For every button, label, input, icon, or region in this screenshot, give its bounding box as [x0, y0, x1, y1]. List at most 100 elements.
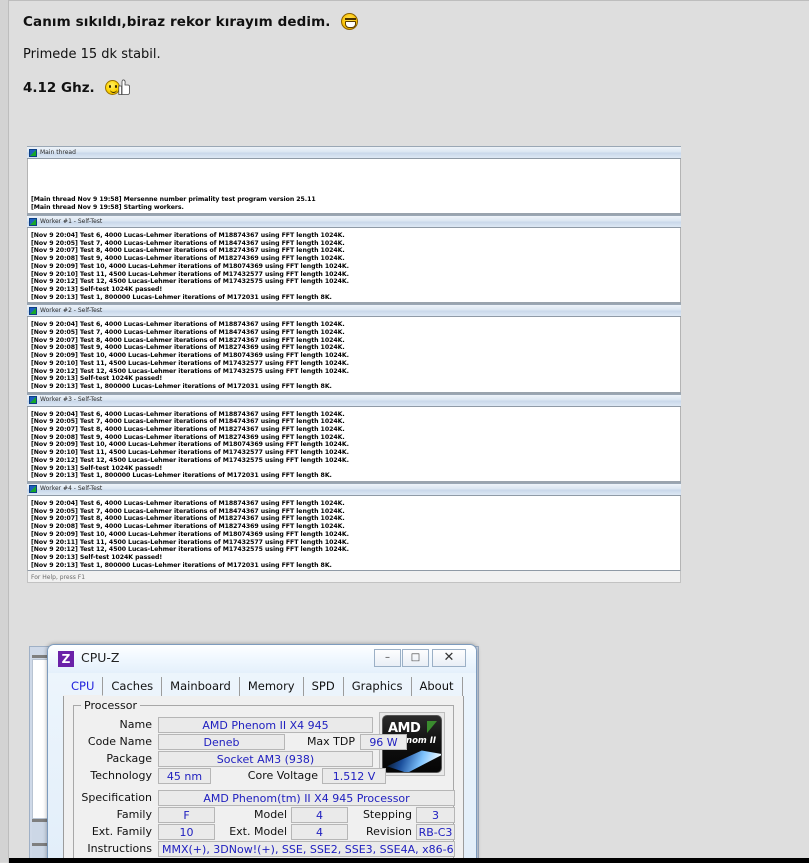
log-line: [Nov 9 20:12] Test 12, 4500 Lucas-Lehmer…	[31, 456, 349, 464]
package-value: Socket AM3 (938)	[158, 751, 373, 767]
log-line: [Nov 9 20:08] Test 9, 4000 Lucas-Lehmer …	[31, 344, 345, 352]
tab-cpu[interactable]: CPU	[63, 677, 104, 696]
prime95-window-stack: Main thread [Main thread Nov 9 19:58] Me…	[27, 146, 681, 584]
log-line: [Nov 9 20:05] Test 7, 4000 Lucas-Lehmer …	[31, 329, 345, 337]
cpuz-window-title: CPU-Z	[81, 650, 120, 665]
log-line: [Nov 9 20:05] Test 7, 4000 Lucas-Lehmer …	[31, 418, 345, 426]
tab-mainboard[interactable]: Mainboard	[162, 677, 240, 696]
technology-label: Technology	[90, 769, 152, 782]
cpuz-titlebar[interactable]: Z CPU-Z – □ ✕	[48, 645, 476, 673]
page-left-margin	[0, 0, 8, 862]
corevoltage-label: Core Voltage	[247, 769, 318, 782]
log-line: [Nov 9 20:13] Test 1, 800000 Lucas-Lehme…	[31, 472, 332, 480]
log-line: [Nov 9 20:13] Self-test 1024K passed!	[31, 553, 163, 561]
prime95-worker2-window: Worker #2 - Self-Test [Nov 9 20:04] Test…	[27, 304, 681, 392]
log-line: [Nov 9 20:12] Test 12, 4500 Lucas-Lehmer…	[31, 546, 349, 554]
prime95-worker1-log: [Nov 9 20:04] Test 6, 4000 Lucas-Lehmer …	[27, 228, 681, 303]
technology-value: 45 nm	[158, 768, 211, 784]
revision-label: Revision	[366, 825, 412, 838]
maximize-button[interactable]: □	[402, 649, 429, 667]
prime95-icon	[29, 306, 37, 315]
post-body: Canım sıkıldı,biraz rekor kırayım dedim.…	[8, 0, 809, 863]
prime95-icon	[29, 485, 37, 494]
tab-spd[interactable]: SPD	[304, 677, 344, 696]
prime95-status-bar: For Help, press F1	[27, 570, 681, 584]
stepping-label: Stepping	[362, 808, 412, 821]
name-label: Name	[119, 718, 152, 731]
log-line: [Nov 9 20:09] Test 10, 4000 Lucas-Lehmer…	[31, 530, 349, 538]
log-line: [Nov 9 20:05] Test 7, 4000 Lucas-Lehmer …	[31, 507, 345, 515]
tab-memory[interactable]: Memory	[240, 677, 304, 696]
close-button[interactable]: ✕	[432, 649, 466, 667]
prime95-icon	[29, 396, 37, 405]
family-label: Family	[116, 808, 152, 821]
post-line-1-text: Canım sıkıldı,biraz rekor kırayım dedim.	[23, 14, 331, 30]
log-line: [Nov 9 20:13] Test 1, 800000 Lucas-Lehme…	[31, 382, 332, 390]
log-line: [Nov 9 20:10] Test 11, 4500 Lucas-Lehmer…	[31, 449, 349, 457]
instructions-value: MMX(+), 3DNow!(+), SSE, SSE2, SSE3, SSE4…	[158, 841, 455, 857]
thumbs-up-hand-part	[118, 79, 131, 95]
post-line-3: 4.12 Ghz.	[23, 79, 132, 96]
log-line: [Nov 9 20:12] Test 12, 4500 Lucas-Lehmer…	[31, 367, 349, 375]
prime95-worker3-titlebar[interactable]: Worker #3 - Self-Test	[27, 393, 681, 407]
processor-groupbox-legend: Processor	[81, 699, 140, 712]
codename-label: Code Name	[87, 735, 152, 748]
prime95-icon	[29, 148, 37, 157]
processor-groupbox: Processor AMD Phenom II Name AMD Phenom …	[73, 699, 455, 863]
smiley-thumbs-up-icon	[105, 79, 132, 96]
screenshot-bottom-edge	[9, 858, 809, 863]
prime95-icon	[29, 217, 37, 226]
log-line: [Nov 9 20:08] Test 9, 4000 Lucas-Lehmer …	[31, 255, 345, 263]
log-line: [Nov 9 20:07] Test 8, 4000 Lucas-Lehmer …	[31, 426, 345, 434]
model-value: 4	[291, 807, 348, 823]
log-line: [Nov 9 20:07] Test 8, 4000 Lucas-Lehmer …	[31, 247, 345, 255]
prime95-worker1-window: Worker #1 - Self-Test [Nov 9 20:04] Test…	[27, 215, 681, 303]
model-label: Model	[253, 808, 287, 821]
log-line: [Nov 9 20:10] Test 11, 4500 Lucas-Lehmer…	[31, 270, 349, 278]
minimize-button[interactable]: –	[374, 649, 401, 667]
cpuz-window[interactable]: Z CPU-Z – □ ✕ CPU Caches Mainboard Memor…	[47, 644, 477, 863]
extfamily-label: Ext. Family	[91, 825, 152, 838]
instructions-label: Instructions	[87, 842, 152, 855]
prime95-worker2-title: Worker #2 - Self-Test	[40, 306, 103, 314]
prime95-worker4-titlebar[interactable]: Worker #4 - Self-Test	[27, 482, 681, 496]
cpuz-logo-icon: Z	[58, 651, 74, 667]
log-line: [Nov 9 20:09] Test 10, 4000 Lucas-Lehmer…	[31, 352, 349, 360]
log-line: [Nov 9 20:13] Self-test 1024K passed!	[31, 375, 163, 383]
log-line: [Nov 9 20:04] Test 6, 4000 Lucas-Lehmer …	[31, 499, 345, 507]
prime95-worker1-titlebar[interactable]: Worker #1 - Self-Test	[27, 215, 681, 228]
post-line-3-text: 4.12 Ghz.	[23, 80, 95, 96]
extfamily-value: 10	[158, 824, 215, 840]
log-line: [Nov 9 20:05] Test 7, 4000 Lucas-Lehmer …	[31, 239, 345, 247]
corevoltage-value: 1.512 V	[322, 768, 386, 784]
cpuz-tab-bar: CPU Caches Mainboard Memory SPD Graphics…	[63, 677, 464, 698]
minimize-icon: –	[385, 652, 390, 663]
prime95-worker2-titlebar[interactable]: Worker #2 - Self-Test	[27, 304, 681, 318]
prime95-worker2-log: [Nov 9 20:04] Test 6, 4000 Lucas-Lehmer …	[27, 317, 681, 392]
extmodel-label: Ext. Model	[229, 825, 287, 838]
prime95-worker1-title: Worker #1 - Self-Test	[40, 217, 103, 225]
prime95-main-thread-titlebar[interactable]: Main thread	[27, 146, 681, 159]
forum-post: Canım sıkıldı,biraz rekor kırayım dedim.…	[0, 0, 809, 863]
log-line: [Nov 9 20:04] Test 6, 4000 Lucas-Lehmer …	[31, 410, 345, 418]
prime95-worker4-title: Worker #4 - Self-Test	[40, 485, 103, 493]
cpuz-cpu-panel: Processor AMD Phenom II Name AMD Phenom …	[63, 696, 464, 863]
log-line: [Main thread Nov 9 19:58] Starting worke…	[31, 203, 184, 211]
prime95-main-thread-window: Main thread [Main thread Nov 9 19:58] Me…	[27, 146, 681, 213]
prime95-worker4-window: Worker #4 - Self-Test [Nov 9 20:04] Test…	[27, 482, 681, 571]
package-label: Package	[106, 752, 152, 765]
log-line: [Nov 9 20:09] Test 10, 4000 Lucas-Lehmer…	[31, 441, 349, 449]
post-line-1: Canım sıkıldı,biraz rekor kırayım dedim.	[23, 13, 359, 30]
log-line: [Nov 9 20:13] Self-test 1024K passed!	[31, 285, 163, 293]
tab-about[interactable]: About	[412, 677, 463, 696]
tab-caches[interactable]: Caches	[103, 677, 163, 696]
maximize-icon: □	[410, 652, 421, 663]
tab-graphics[interactable]: Graphics	[344, 677, 412, 696]
codename-value: Deneb	[158, 734, 285, 750]
revision-value: RB-C3	[416, 824, 455, 840]
close-icon: ✕	[443, 650, 455, 665]
prime95-main-thread-log: [Main thread Nov 9 19:58] Mersenne numbe…	[27, 159, 681, 213]
extmodel-value: 4	[291, 824, 348, 840]
stepping-value: 3	[416, 807, 455, 823]
name-value: AMD Phenom II X4 945	[158, 717, 373, 733]
